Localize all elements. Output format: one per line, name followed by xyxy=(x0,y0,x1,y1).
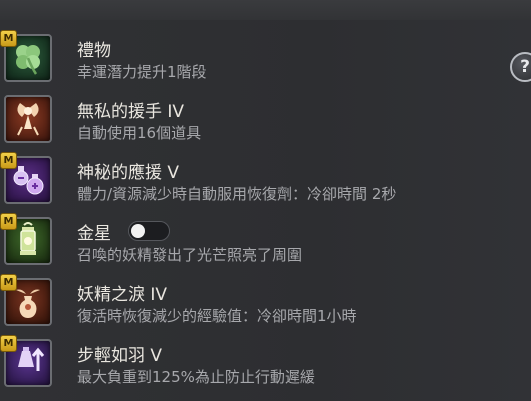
window-top-bar xyxy=(0,0,531,21)
skill-description: 召喚的妖精發出了光芒照亮了周圍 xyxy=(77,246,303,264)
skill-title: 禮物 xyxy=(77,41,111,61)
skill-toggle[interactable] xyxy=(128,221,170,241)
skill-title: 步輕如羽 V xyxy=(77,346,163,366)
skill-title: 無私的援手 IV xyxy=(77,102,185,122)
skill-description: 自動使用16個道具 xyxy=(77,124,202,142)
list-item: M 金星 召喚的妖精發出了光芒照亮了周圍 xyxy=(0,213,531,275)
skill-description: 復活時恢復減少的經驗值：冷卻時間1小時 xyxy=(77,307,357,325)
skill-title: 金星 xyxy=(77,224,111,244)
skill-description: 體力/資源減少時自動服用恢復劑：冷卻時間 2秒 xyxy=(77,185,397,203)
list-item: M 禮物 幸運潛力提升1階段 xyxy=(0,30,531,92)
skill-title: 神秘的應援 V xyxy=(77,163,180,183)
skill-description: 最大負重到125%為止防止行動遲緩 xyxy=(77,368,315,386)
list-item: M 步輕如羽 V 最大負重到125%為止防止行動遲緩 xyxy=(0,335,531,397)
fairy-skill-list: ? M 禮物 幸運潛力提升1階段 無私的援手 IV 自動使用16個道具 M 神秘… xyxy=(0,20,531,401)
list-item: M 妖精之淚 IV 復活時恢復減少的經驗值：冷卻時間1小時 xyxy=(0,274,531,336)
mastery-badge: M xyxy=(0,30,17,47)
skill-description: 幸運潛力提升1階段 xyxy=(77,63,207,81)
mastery-badge: M xyxy=(0,274,17,291)
list-item: 無私的援手 IV 自動使用16個道具 xyxy=(0,91,531,153)
fairy-icon xyxy=(4,95,52,143)
list-item: M 神秘的應援 V 體力/資源減少時自動服用恢復劑：冷卻時間 2秒 xyxy=(0,152,531,214)
mastery-badge: M xyxy=(0,213,17,230)
mastery-badge: M xyxy=(0,152,17,169)
mastery-badge: M xyxy=(0,335,17,352)
toggle-knob xyxy=(131,224,145,238)
skill-title: 妖精之淚 IV xyxy=(77,285,168,305)
